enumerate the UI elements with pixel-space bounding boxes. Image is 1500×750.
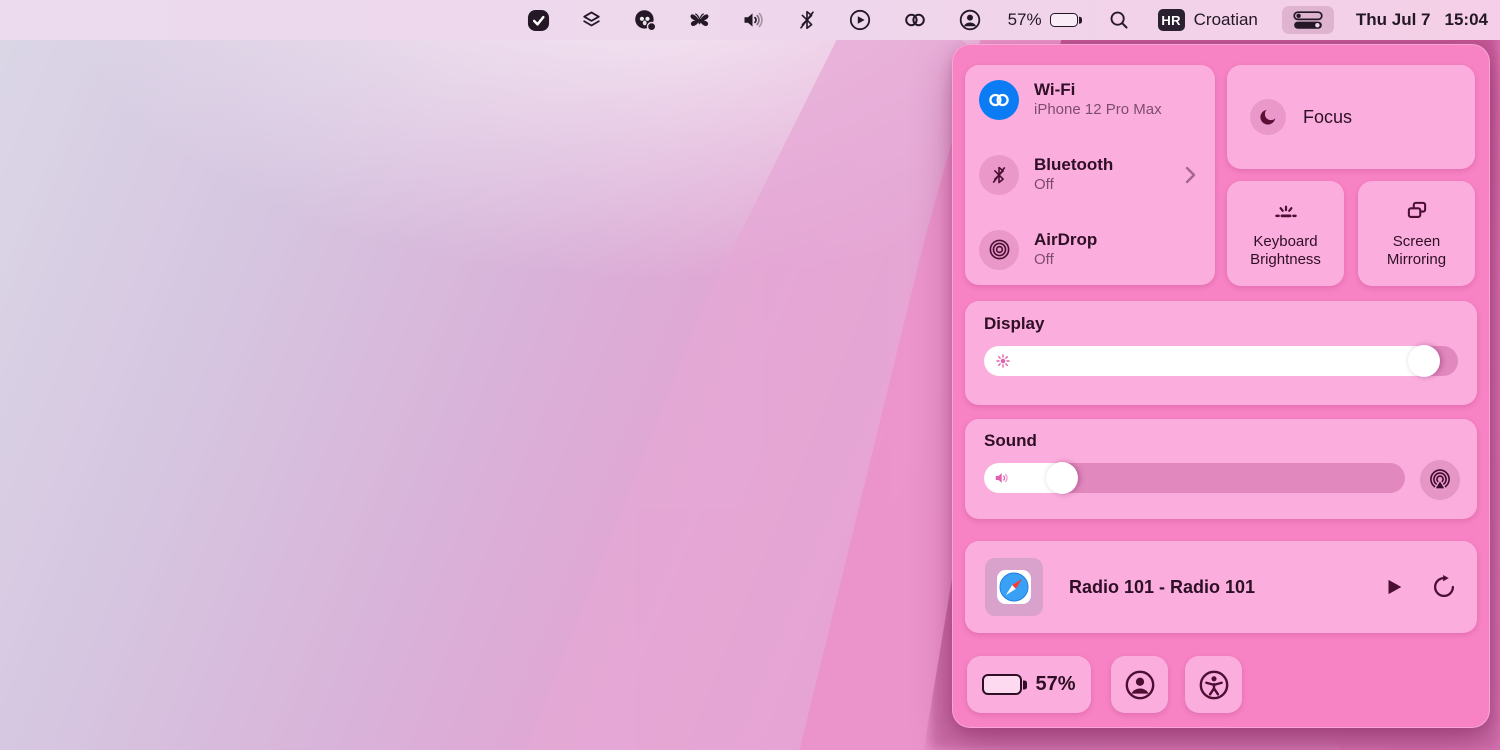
connectivity-card: Wi-Fi iPhone 12 Pro Max Bluetooth Off bbox=[965, 65, 1215, 285]
input-source-name: Croatian bbox=[1194, 10, 1258, 30]
person-circle-icon bbox=[1123, 668, 1157, 702]
play-circle-icon bbox=[848, 8, 872, 32]
airdrop-label: AirDrop bbox=[1034, 230, 1097, 250]
menubar-play[interactable] bbox=[848, 8, 872, 32]
user-button[interactable] bbox=[1111, 656, 1168, 713]
menubar-clock[interactable]: Thu Jul 7 15:04 bbox=[1356, 10, 1488, 30]
link-icon bbox=[902, 8, 928, 32]
clock-date: Thu Jul 7 bbox=[1356, 10, 1431, 30]
wifi-label: Wi-Fi bbox=[1034, 80, 1162, 100]
display-slider-fill bbox=[984, 346, 1439, 376]
screen-mirroring-label: Screen Mirroring bbox=[1366, 233, 1467, 268]
airdrop-row[interactable]: AirDrop Off bbox=[979, 230, 1201, 270]
sun-icon bbox=[993, 351, 1013, 371]
wifi-text: Wi-Fi iPhone 12 Pro Max bbox=[1034, 80, 1162, 120]
media-controls bbox=[1383, 574, 1457, 600]
sound-slider-thumb[interactable] bbox=[1046, 462, 1078, 494]
checkmark-app-icon bbox=[527, 9, 550, 32]
clock-time: 15:04 bbox=[1445, 10, 1488, 30]
menubar-user[interactable] bbox=[958, 8, 982, 32]
wifi-toggle[interactable] bbox=[979, 80, 1019, 120]
personal-hotspot-icon bbox=[986, 88, 1012, 112]
battery-percent-text: 57% bbox=[1008, 10, 1042, 30]
menu-bar: 57% HR Croatian bbox=[0, 0, 1500, 40]
airdrop-text: AirDrop Off bbox=[1034, 230, 1097, 270]
menubar-butterfly-app[interactable] bbox=[687, 9, 712, 32]
control-center-button[interactable] bbox=[1282, 6, 1334, 34]
input-source-badge: HR bbox=[1158, 9, 1185, 31]
battery-icon bbox=[982, 674, 1022, 695]
stack-app-icon bbox=[580, 9, 603, 32]
display-card: Display bbox=[965, 301, 1477, 405]
sound-card: Sound bbox=[965, 419, 1477, 519]
media-card: Radio 101 - Radio 101 bbox=[965, 541, 1477, 633]
accessibility-icon bbox=[1197, 668, 1231, 702]
focus-card[interactable]: Focus bbox=[1227, 65, 1475, 169]
menubar-volume[interactable] bbox=[742, 8, 766, 32]
butterfly-app-icon bbox=[687, 9, 712, 32]
menubar-battery[interactable]: 57% bbox=[1008, 10, 1078, 30]
volume-icon bbox=[742, 8, 766, 32]
chevron-right-icon[interactable] bbox=[1184, 165, 1197, 185]
battery-icon bbox=[1050, 13, 1078, 27]
media-title: Radio 101 - Radio 101 bbox=[1069, 577, 1383, 598]
menubar-bluetooth[interactable] bbox=[796, 8, 818, 32]
airdrop-icon bbox=[988, 238, 1011, 261]
keyboard-brightness-label: Keyboard Brightness bbox=[1235, 233, 1336, 268]
speaker-icon bbox=[993, 469, 1012, 488]
accessibility-button[interactable] bbox=[1185, 656, 1242, 713]
sound-volume-slider[interactable] bbox=[984, 463, 1405, 493]
sound-label: Sound bbox=[984, 431, 1458, 451]
focus-label: Focus bbox=[1303, 107, 1352, 128]
desktop: 57% HR Croatian bbox=[0, 0, 1500, 750]
person-circle-icon bbox=[958, 8, 982, 32]
restart-button[interactable] bbox=[1431, 574, 1457, 600]
wifi-status: iPhone 12 Pro Max bbox=[1034, 101, 1162, 120]
airdrop-toggle[interactable] bbox=[979, 230, 1019, 270]
bird-app-icon bbox=[633, 8, 657, 32]
battery-card[interactable]: 57% bbox=[967, 656, 1091, 713]
keyboard-brightness-card[interactable]: Keyboard Brightness bbox=[1227, 181, 1344, 286]
menubar-stack-app[interactable] bbox=[580, 9, 603, 32]
keyboard-brightness-icon bbox=[1271, 198, 1301, 224]
bluetooth-toggle[interactable] bbox=[979, 155, 1019, 195]
display-slider-thumb[interactable] bbox=[1408, 345, 1440, 377]
focus-toggle[interactable] bbox=[1250, 99, 1286, 135]
menubar-link[interactable] bbox=[902, 8, 928, 32]
moon-icon bbox=[1258, 107, 1278, 127]
control-center-icon bbox=[1293, 11, 1323, 30]
bluetooth-off-icon bbox=[796, 8, 818, 32]
play-button[interactable] bbox=[1383, 575, 1405, 599]
menubar-checkmark-app[interactable] bbox=[527, 9, 550, 32]
wifi-row[interactable]: Wi-Fi iPhone 12 Pro Max bbox=[979, 80, 1201, 120]
bluetooth-row[interactable]: Bluetooth Off bbox=[979, 155, 1201, 195]
screen-mirroring-card[interactable]: Screen Mirroring bbox=[1358, 181, 1475, 286]
search-icon bbox=[1108, 9, 1130, 31]
bluetooth-text: Bluetooth Off bbox=[1034, 155, 1113, 195]
airplay-audio-icon bbox=[1428, 468, 1452, 492]
airdrop-status: Off bbox=[1034, 251, 1097, 270]
airplay-audio-button[interactable] bbox=[1420, 460, 1460, 500]
bluetooth-status: Off bbox=[1034, 176, 1113, 195]
media-artwork bbox=[985, 558, 1043, 616]
bluetooth-off-icon bbox=[989, 164, 1009, 186]
menubar-spotlight[interactable] bbox=[1108, 9, 1130, 31]
bluetooth-label: Bluetooth bbox=[1034, 155, 1113, 175]
screen-mirroring-icon bbox=[1402, 198, 1432, 224]
control-center-panel: Wi-Fi iPhone 12 Pro Max Bluetooth Off bbox=[952, 44, 1490, 728]
menubar-control-center[interactable] bbox=[1282, 6, 1334, 34]
menubar-input-source[interactable]: HR Croatian bbox=[1158, 9, 1258, 31]
display-label: Display bbox=[984, 314, 1458, 334]
menubar-bird-app[interactable] bbox=[633, 8, 657, 32]
display-brightness-slider[interactable] bbox=[984, 346, 1458, 376]
safari-app-icon bbox=[996, 569, 1032, 605]
battery-percent-label: 57% bbox=[1035, 673, 1075, 696]
